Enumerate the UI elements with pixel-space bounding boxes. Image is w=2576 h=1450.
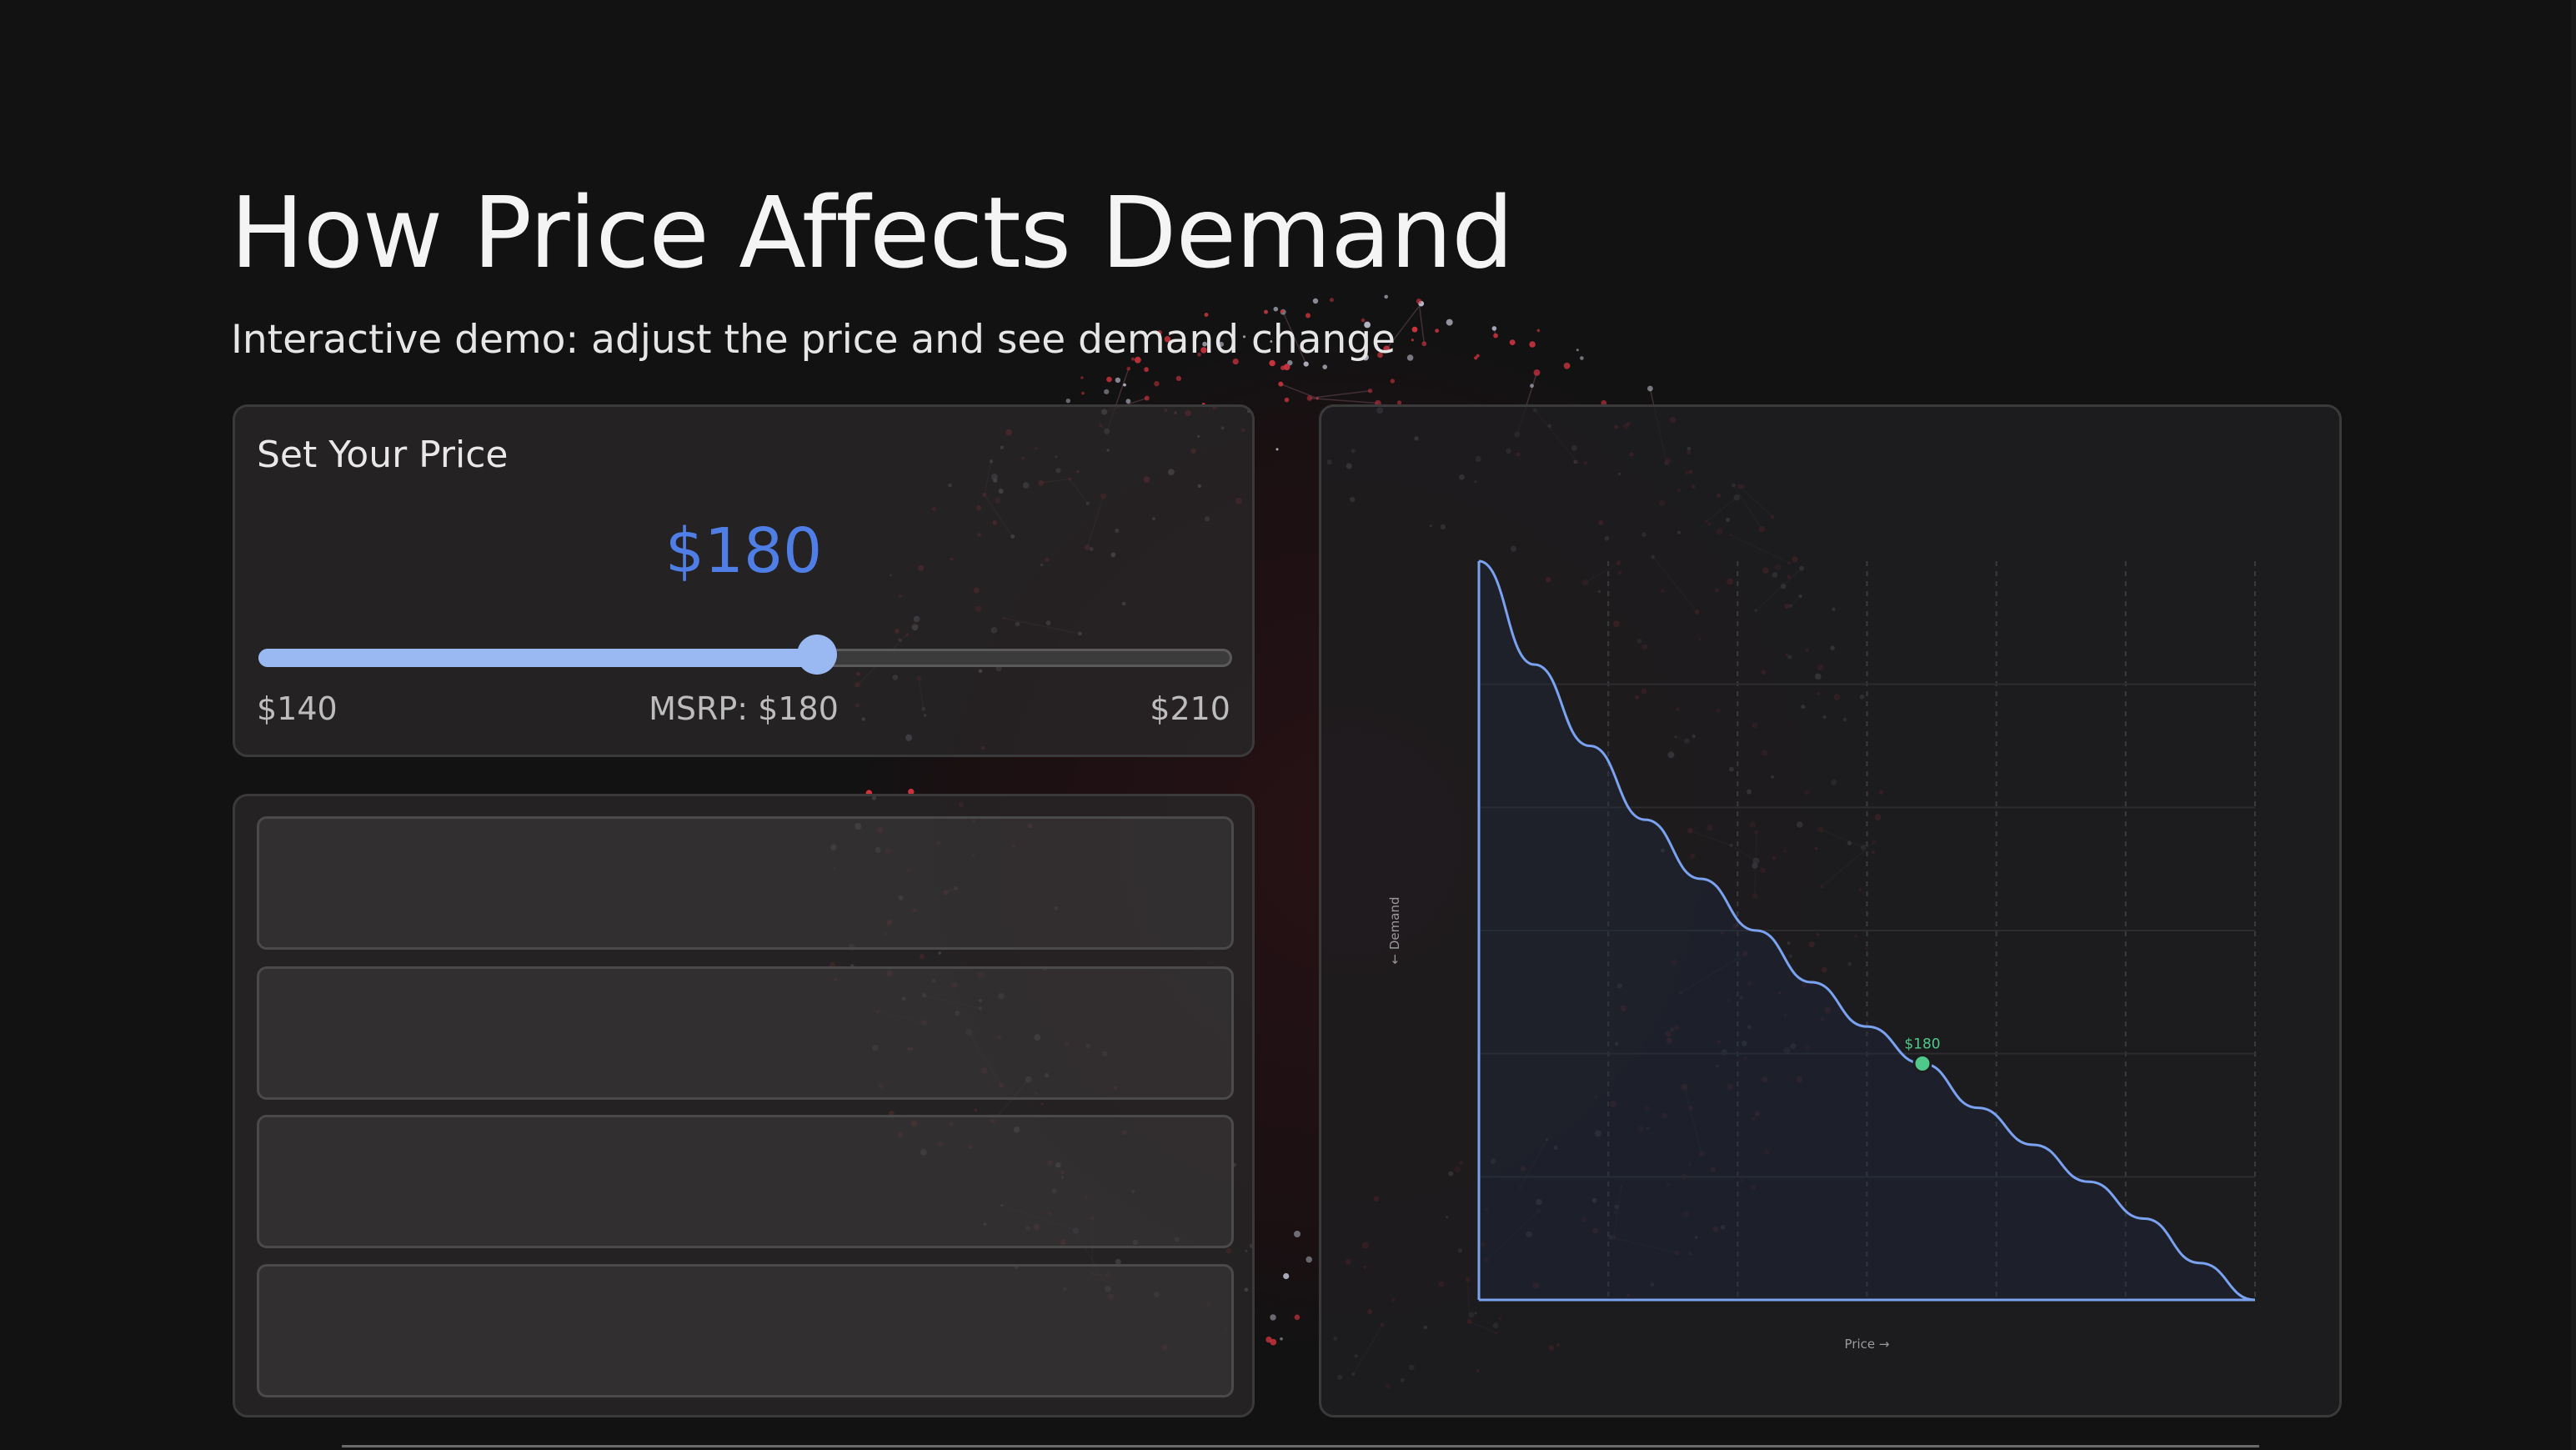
demand-chart-card: $180 Price → ← Demand bbox=[1319, 404, 2342, 1417]
page-title: How Price Affects Demand bbox=[230, 175, 1514, 290]
price-control-card: Set Your Price $180 $140 MSRP: $180 $210 bbox=[233, 404, 1255, 757]
metric-slot-3 bbox=[257, 1115, 1234, 1248]
metric-slot-1 bbox=[257, 816, 1234, 950]
y-axis-label: ← Demand bbox=[1387, 897, 1402, 965]
demand-chart: $180 Price → ← Demand bbox=[1387, 559, 2256, 1352]
metric-slot-4 bbox=[257, 1264, 1234, 1397]
price-slider[interactable] bbox=[258, 635, 1232, 675]
price-slider-thumb[interactable] bbox=[797, 635, 838, 675]
price-card-heading: Set Your Price bbox=[257, 434, 509, 476]
slider-msrp-label: MSRP: $180 bbox=[649, 690, 839, 727]
price-slider-fill bbox=[258, 649, 818, 667]
page: How Price Affects Demand Interactive dem… bbox=[0, 0, 2576, 1450]
x-axis-label: Price → bbox=[1845, 1337, 1890, 1352]
page-subtitle: Interactive demo: adjust the price and s… bbox=[231, 317, 1396, 363]
slider-max-label: $210 bbox=[1150, 690, 1230, 727]
metric-slot-2 bbox=[257, 966, 1234, 1100]
current-price-marker bbox=[1912, 1053, 1932, 1073]
marker-label: $180 bbox=[1904, 1036, 1940, 1052]
metrics-card bbox=[233, 794, 1255, 1417]
current-price-display: $180 bbox=[664, 515, 823, 587]
bottom-divider bbox=[342, 1445, 2259, 1447]
window-edge bbox=[2571, 0, 2576, 1450]
